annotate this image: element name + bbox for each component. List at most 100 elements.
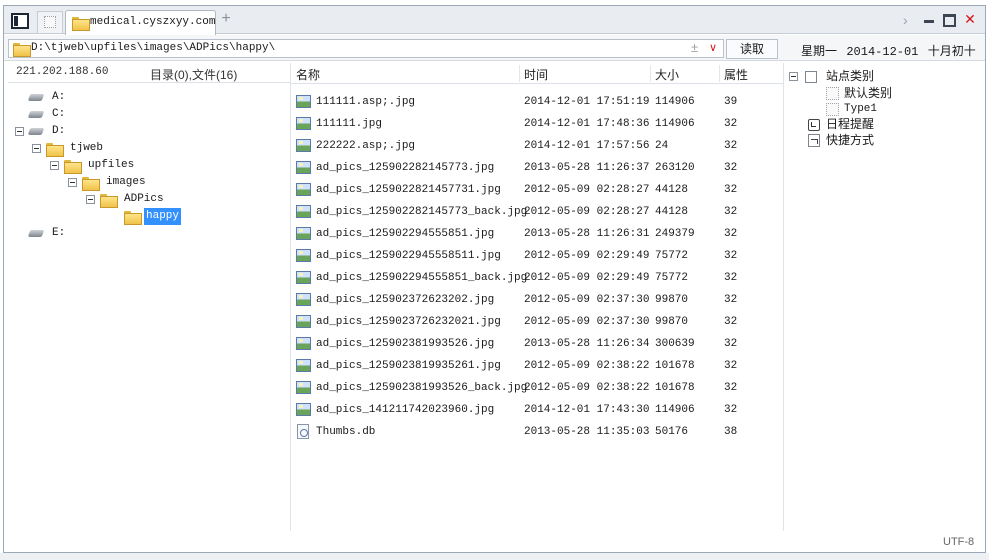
table-row[interactable]: ad_pics_1259023819935261.jpg 2012-05-09 0… [291, 355, 783, 377]
tree-item-adpics[interactable]: ADPics [86, 191, 186, 208]
column-separator[interactable] [519, 65, 520, 82]
file-time: 2012-05-09 02:29:49 [524, 272, 650, 284]
collapse-icon[interactable] [15, 127, 24, 136]
file-time: 2014-12-01 17:57:56 [524, 140, 650, 152]
file-name: ad_pics_125902294555851.jpg [316, 228, 495, 240]
file-attr: 32 [724, 140, 738, 152]
drive-icon [28, 93, 44, 102]
column-size[interactable]: 大小 [655, 66, 679, 83]
collapse-icon[interactable] [50, 161, 59, 170]
image-file-icon [296, 249, 311, 262]
table-row[interactable]: 111111.jpg 2014-12-01 17:48:36 114906 32 [291, 113, 783, 135]
tree-label: E: [52, 227, 66, 239]
file-time: 2013-05-28 11:26:34 [524, 338, 650, 350]
image-file-icon [296, 205, 311, 218]
file-attr: 32 [724, 250, 738, 262]
path-text: D:\tjweb\upfiles\images\ADPics\happy\ [31, 42, 276, 54]
lunar-date: 十月初十 [927, 44, 976, 58]
table-row[interactable]: ad_pics_1259022821457731.jpg 2012-05-09 0… [291, 179, 783, 201]
tab-active[interactable]: medical.cyszxyy.com [65, 10, 216, 35]
table-row[interactable]: ad_pics_1259023726232021.jpg 2012-05-09 0… [291, 311, 783, 333]
encoding-status[interactable]: UTF-8 [943, 536, 974, 548]
collapse-icon[interactable] [86, 195, 95, 204]
tree-label-selected: happy [144, 208, 182, 225]
tree-label: images [106, 176, 146, 188]
tree-item-images[interactable]: images [68, 174, 168, 191]
close-icon[interactable]: ✕ [962, 11, 978, 27]
chevron-down-icon[interactable]: ∨ [709, 41, 717, 54]
column-time[interactable]: 时间 [524, 66, 548, 83]
file-attr: 32 [724, 382, 738, 394]
collapse-icon[interactable] [789, 72, 798, 81]
table-row[interactable]: ad_pics_125902282145773.jpg 2013-05-28 11… [291, 157, 783, 179]
path-input[interactable]: D:\tjweb\upfiles\images\ADPics\happy\ ± … [8, 39, 724, 58]
file-name: ad_pics_125902381993526_back.jpg [316, 382, 528, 394]
column-name[interactable]: 名称 [296, 66, 320, 83]
table-row[interactable]: ad_pics_125902372623202.jpg 2012-05-09 02… [291, 289, 783, 311]
file-attr: 32 [724, 316, 738, 328]
tree-item-tjweb[interactable]: tjweb [32, 140, 122, 157]
table-row[interactable]: 111111.asp;.jpg 2014-12-01 17:51:19 114906… [291, 91, 783, 113]
file-time: 2012-05-09 02:37:30 [524, 294, 650, 306]
file-list-header: 名称 时间 大小 属性 [291, 63, 783, 84]
table-row[interactable]: 222222.asp;.jpg 2014-12-01 17:57:56 24 32 [291, 135, 783, 157]
tab-scroll-right-icon[interactable]: › [903, 12, 908, 28]
column-attr[interactable]: 属性 [724, 66, 748, 83]
maximize-button[interactable] [943, 14, 956, 27]
folder-icon [72, 17, 90, 31]
table-row[interactable]: ad_pics_125902381993526.jpg 2013-05-28 11… [291, 333, 783, 355]
folder-icon [13, 43, 31, 57]
app-window: medical.cyszxyy.com + › ✕ D:\tjweb\upfil… [3, 5, 986, 553]
file-attr: 32 [724, 118, 738, 130]
file-time: 2014-12-01 17:43:30 [524, 404, 650, 416]
image-file-icon [296, 117, 311, 130]
file-name: ad_pics_125902381993526.jpg [316, 338, 495, 350]
collapse-icon[interactable] [68, 178, 77, 187]
table-row[interactable]: Thumbs.db 2013-05-28 11:35:03 50176 38 [291, 421, 783, 443]
directory-header: 221.202.188.60 目录(0),文件(16) [8, 63, 290, 83]
tree-item-shortcuts[interactable]: 快捷方式 [808, 132, 928, 149]
table-row[interactable]: ad_pics_125902282145773_back.jpg 2012-05-… [291, 201, 783, 223]
column-separator[interactable] [719, 65, 720, 82]
file-size: 24 [655, 140, 669, 152]
tree-item-default-category[interactable]: 默认类别 [826, 85, 946, 102]
tree-item-site-categories[interactable]: 站点类别 [789, 68, 909, 85]
file-name: ad_pics_125902294555851_back.jpg [316, 272, 528, 284]
file-size: 114906 [655, 118, 695, 130]
bottom-edge [0, 553, 989, 560]
folder-icon [100, 194, 118, 208]
file-size: 114906 [655, 96, 695, 108]
plus-minus-icon[interactable]: ± [691, 40, 698, 55]
table-row[interactable]: ad_pics_125902381993526_back.jpg 2012-05-… [291, 377, 783, 399]
tree-item-drive-d[interactable]: D: [15, 123, 95, 140]
placeholder-icon [44, 16, 56, 28]
tree-label: upfiles [88, 159, 135, 171]
new-tab-button[interactable]: + [218, 10, 234, 28]
file-attr: 32 [724, 228, 738, 240]
tree-item-upfiles[interactable]: upfiles [50, 157, 150, 174]
file-time: 2013-05-28 11:26:31 [524, 228, 650, 240]
read-button[interactable]: 读取 [726, 39, 778, 59]
file-name: ad_pics_125902282145773_back.jpg [316, 206, 528, 218]
table-row[interactable]: ad_pics_125902294555851.jpg 2013-05-28 11… [291, 223, 783, 245]
file-time: 2012-05-09 02:37:30 [524, 316, 650, 328]
tab-blank[interactable] [37, 11, 63, 33]
host-address: 221.202.188.60 [16, 66, 109, 78]
image-file-icon [296, 381, 311, 394]
tree-item-schedule[interactable]: 日程提醒 [808, 116, 928, 133]
table-row[interactable]: ad_pics_1259022945558511.jpg 2012-05-09 0… [291, 245, 783, 267]
file-time: 2014-12-01 17:48:36 [524, 118, 650, 130]
file-time: 2013-05-28 11:35:03 [524, 426, 650, 438]
tree-label: 默认类别 [844, 86, 893, 100]
column-separator[interactable] [650, 65, 651, 82]
table-row[interactable]: ad_pics_141211742023960.jpg 2014-12-01 17… [291, 399, 783, 421]
tree-item-happy[interactable]: happy [124, 208, 204, 225]
collapse-icon[interactable] [32, 144, 41, 153]
file-time: 2012-05-09 02:28:27 [524, 206, 650, 218]
minimize-button[interactable] [923, 14, 936, 27]
document-icon [297, 424, 309, 439]
sidebar-toggle-icon[interactable] [11, 13, 29, 29]
table-row[interactable]: ad_pics_125902294555851_back.jpg 2012-05-… [291, 267, 783, 289]
image-file-icon [296, 95, 311, 108]
file-size: 99870 [655, 294, 689, 306]
